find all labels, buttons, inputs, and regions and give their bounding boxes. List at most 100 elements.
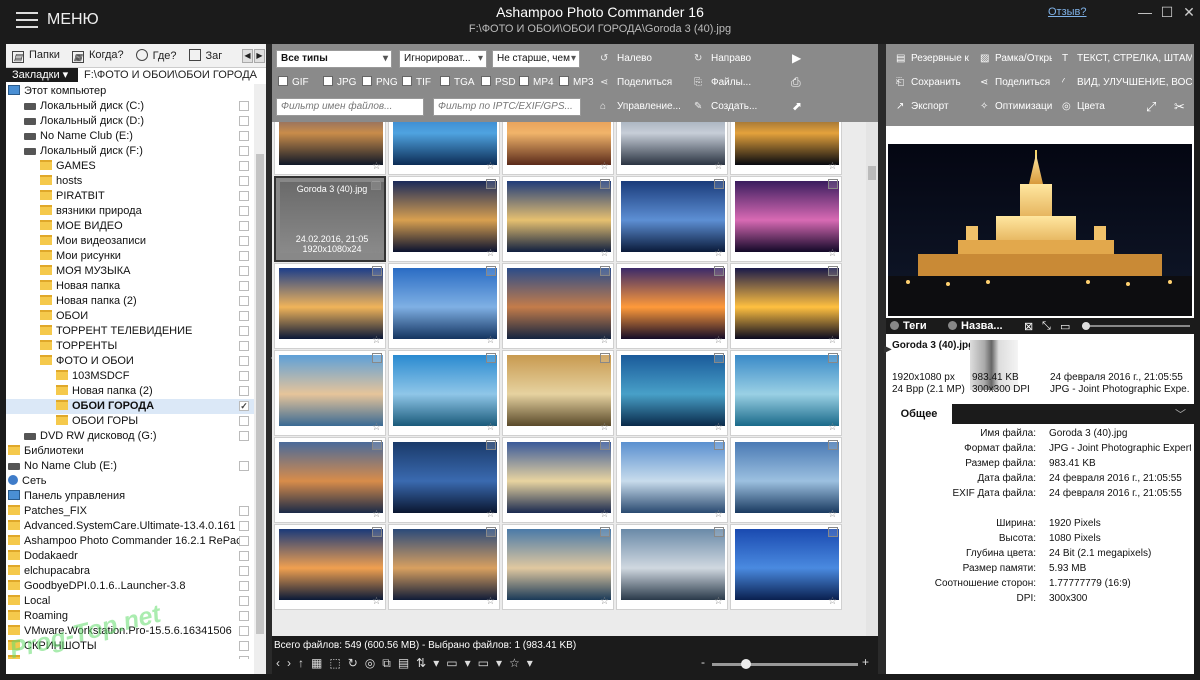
thumbnail[interactable]: ☆ [502, 176, 614, 262]
nav-scroll-right-icon[interactable]: ▶ [254, 49, 265, 63]
export-button[interactable]: ↗ Экспорт [896, 101, 970, 112]
rating-star-icon[interactable]: ☆ [828, 335, 837, 346]
thumbnail[interactable]: ☆ [616, 122, 728, 175]
format-checkbox-png[interactable]: PNG [362, 76, 398, 88]
checkbox-box[interactable] [481, 76, 491, 86]
thumbnail[interactable]: ☆ [274, 350, 386, 436]
tree-item-checkbox[interactable] [239, 221, 249, 231]
exif-filter-input[interactable]: Фильтр по IPTC/EXIF/GPS... [433, 98, 581, 116]
tree-item-checkbox[interactable] [239, 131, 249, 141]
image-preview[interactable] [888, 144, 1192, 316]
checkbox-box[interactable] [278, 76, 288, 86]
format-checkbox-tga[interactable]: TGA [440, 76, 475, 88]
tree-item-checkbox[interactable] [239, 641, 249, 651]
thumbnail-checkbox[interactable] [372, 353, 382, 363]
ignore-select[interactable]: Игнорироват... [399, 50, 487, 68]
tree-item[interactable]: МОЕ ВИДЕО [6, 219, 254, 234]
nav-folders[interactable]: ▤ Папки [12, 49, 66, 63]
maximize-icon[interactable]: ☐ [1156, 2, 1178, 22]
thumbnail[interactable]: ☆ [502, 524, 614, 610]
checkbox-box[interactable] [323, 76, 333, 86]
thumbnail[interactable]: ☆ [730, 176, 842, 262]
thumbnail[interactable]: ☆ [616, 350, 728, 436]
backup-button[interactable]: ▤ Резервные к [896, 53, 970, 64]
rating-star-icon[interactable]: ☆ [600, 248, 609, 259]
tree-item-checkbox[interactable] [239, 326, 249, 336]
rating-star-icon[interactable]: ☆ [828, 509, 837, 520]
tree-item[interactable]: Панель управления [6, 489, 254, 504]
tree-item-checkbox[interactable] [239, 506, 249, 516]
colors-button[interactable]: ◎ Цвета [1062, 101, 1122, 112]
tree-item-checkbox[interactable] [239, 611, 249, 621]
manage-button[interactable]: ⌂ Управление... [600, 101, 681, 112]
monitor-icon[interactable]: ▭ [1060, 320, 1070, 333]
format-checkbox-mp4[interactable]: MP4 [519, 76, 554, 88]
checkbox-box[interactable] [559, 76, 569, 86]
checkbox-box[interactable] [362, 76, 372, 86]
nav-scroll-left-icon[interactable]: ◀ [242, 49, 253, 63]
thumbnail[interactable]: ☆ [730, 122, 842, 175]
tree-item-checkbox[interactable] [239, 146, 249, 156]
thumbnail-checkbox[interactable] [600, 527, 610, 537]
tree-item-checkbox[interactable] [239, 596, 249, 606]
grid-scroll-thumb[interactable] [868, 166, 876, 180]
tree-item-checkbox[interactable] [239, 521, 249, 531]
fullscreen-icon[interactable]: ⤢ [1146, 99, 1156, 115]
tree-item[interactable]: ОБОИ ГОРОДА ✓ [6, 399, 254, 414]
thumbnail-checkbox[interactable] [828, 353, 838, 363]
tree-item-checkbox[interactable] [239, 101, 249, 111]
sync-icon[interactable]: ◎ [365, 656, 382, 670]
thumbnail[interactable]: ☆ [730, 437, 842, 523]
thumbnail-checkbox[interactable] [714, 353, 724, 363]
tree-item-checkbox[interactable] [239, 296, 249, 306]
tree-item-checkbox[interactable] [239, 371, 249, 381]
type-select[interactable]: Все типы [276, 50, 392, 68]
view-improve-button[interactable]: ⁄ ВИД, УЛУЧШЕНИЕ, ВОССТ [1062, 77, 1192, 88]
bookmarks-dropdown[interactable]: Закладки ▾ [6, 68, 78, 82]
rating-star-icon[interactable]: ☆ [600, 422, 609, 433]
rating-star-icon[interactable]: ☆ [372, 161, 381, 172]
frame-button[interactable]: ▨ Рамка/Откры [980, 53, 1052, 64]
tree-item-checkbox[interactable] [239, 386, 249, 396]
age-select[interactable]: Не старше, чем [492, 50, 580, 68]
save-button[interactable]: ⎗ Сохранить [896, 77, 970, 88]
thumbnail-checkbox[interactable] [486, 440, 496, 450]
tree-scroll-thumb[interactable] [256, 154, 264, 634]
up-icon[interactable]: ↑ [298, 656, 311, 670]
tree-item[interactable]: 103MSDCF [6, 369, 254, 384]
thumbnail-checkbox[interactable] [828, 179, 838, 189]
text-stamp-button[interactable]: T ТЕКСТ, СТРЕЛКА, ШТАМП, [1062, 53, 1192, 64]
thumbnail[interactable]: ☆ [274, 122, 386, 175]
thumbnail-checkbox[interactable] [600, 266, 610, 276]
tree-item[interactable]: No Name Club (E:) [6, 459, 254, 474]
tree-item[interactable]: PIRATBIT [6, 189, 254, 204]
tree-item-checkbox[interactable] [239, 536, 249, 546]
format-checkbox-tif[interactable]: TIF [402, 76, 431, 88]
thumbnail[interactable]: ☆ [274, 263, 386, 349]
tree-item[interactable]: вязники природа [6, 204, 254, 219]
tree-item[interactable]: Новая папка [6, 279, 254, 294]
rating-star-icon[interactable]: ☆ [371, 247, 380, 258]
thumbnail-checkbox[interactable] [714, 440, 724, 450]
rating-star-icon[interactable]: ☆ [714, 422, 723, 433]
tree-scrollbar[interactable] [254, 84, 266, 674]
checkbox-box[interactable] [402, 76, 412, 86]
files-button[interactable]: ⎘ Файлы... [694, 77, 751, 88]
thumbnail[interactable]: ☆ [388, 122, 500, 175]
tree-item-checkbox[interactable] [239, 176, 249, 186]
rating-star-icon[interactable]: ☆ [828, 248, 837, 259]
tags-tab[interactable]: Теги [890, 320, 927, 332]
tree-item-checkbox[interactable] [239, 191, 249, 201]
rating-star-icon[interactable]: ☆ [486, 596, 495, 607]
zoom-in-icon[interactable]: + [862, 655, 869, 669]
tab-general[interactable]: Общее [886, 404, 952, 424]
tree-item-checkbox[interactable] [239, 461, 249, 471]
rotate-right-button[interactable]: ↻ Направо [694, 53, 751, 64]
filename-filter-input[interactable]: Фильтр имен файлов... [276, 98, 424, 116]
format-checkbox-jpg[interactable]: JPG [323, 76, 356, 88]
rating-star-icon[interactable]: ☆ [714, 248, 723, 259]
tree-item-checkbox[interactable] [239, 116, 249, 126]
tree-item-checkbox[interactable] [239, 551, 249, 561]
thumbnail[interactable]: ☆ [730, 263, 842, 349]
create-button[interactable]: ✎ Создать... [694, 101, 757, 112]
